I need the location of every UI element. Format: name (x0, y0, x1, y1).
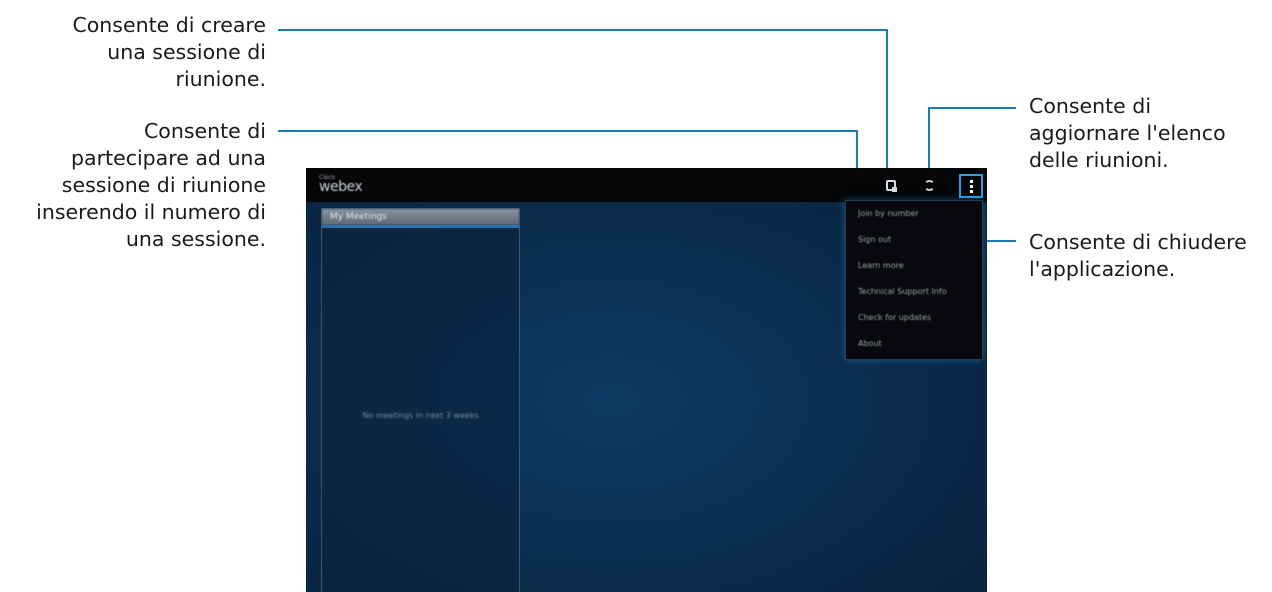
overflow-menu-button[interactable] (959, 174, 983, 198)
callout-line-2: aggiornare l'elenco (1029, 121, 1226, 145)
menu-item-technical-support[interactable]: Technical Support Info (846, 279, 982, 305)
callout-line-1: Consente di chiudere (1029, 230, 1247, 254)
panel-divider (322, 225, 519, 228)
empty-meetings-message: No meetings in next 3 weeks (362, 411, 479, 420)
meetings-panel: My Meetings No meetings in next 3 weeks (321, 208, 520, 592)
refresh-button[interactable] (920, 176, 938, 194)
menu-item-about[interactable]: About (846, 331, 982, 357)
menu-item-join-by-number[interactable]: Join by number (846, 201, 982, 227)
overflow-dropdown-menu: Join by number Sign out Learn more Techn… (845, 200, 983, 360)
callout-line-3: delle riunioni. (1029, 148, 1169, 172)
webex-logo: webex (319, 179, 363, 195)
callout-join-session: Consente di partecipare ad una sessione … (36, 118, 266, 253)
webex-app-screen: Cisco webex My Meetings No meetings in n… (306, 168, 987, 592)
leader-refresh-horizontal (928, 107, 1016, 109)
meetings-panel-title: My Meetings (322, 209, 519, 225)
callout-line-1: Consente di creare (72, 13, 266, 37)
leader-create-vertical (886, 29, 888, 185)
menu-dot-icon (969, 189, 973, 193)
callout-line-1: Consente di (143, 119, 266, 143)
callout-line-1: Consente di (1029, 94, 1152, 118)
menu-item-learn-more[interactable]: Learn more (846, 253, 982, 279)
create-meeting-button[interactable] (882, 176, 900, 194)
callout-line-3: sessione di riunione (61, 173, 266, 197)
callout-close-app: Consente di chiudere l'applicazione. (1029, 229, 1247, 283)
callout-line-3: riunione. (175, 67, 266, 91)
menu-item-sign-out[interactable]: Sign out (846, 227, 982, 253)
callout-create-session: Consente di creare una sessione di riuni… (72, 12, 266, 93)
callout-line-4: inserendo il numero di (36, 200, 266, 224)
menu-dot-icon (969, 184, 973, 188)
menu-dot-icon (969, 179, 973, 183)
create-meeting-icon (886, 179, 897, 192)
refresh-icon (923, 179, 935, 191)
leader-join-horizontal (278, 130, 858, 132)
app-top-bar: Cisco webex (306, 168, 987, 202)
callout-refresh-list: Consente di aggiornare l'elenco delle ri… (1029, 93, 1226, 174)
callout-line-2: l'applicazione. (1029, 257, 1176, 281)
menu-item-check-updates[interactable]: Check for updates (846, 305, 982, 331)
callout-line-5: una sessione. (125, 227, 266, 251)
leader-create-horizontal (278, 29, 887, 31)
callout-line-2: partecipare ad una (71, 146, 266, 170)
callout-line-2: una sessione di (107, 40, 266, 64)
